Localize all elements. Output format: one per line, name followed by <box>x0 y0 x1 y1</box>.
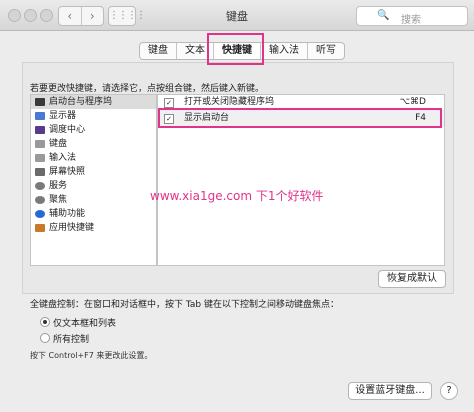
category-app-shortcuts[interactable]: 应用快捷键 <box>31 221 156 235</box>
category-services[interactable]: 服务 <box>31 179 156 193</box>
radio-dot[interactable] <box>40 317 50 327</box>
restore-defaults-button[interactable]: 恢复成默认 <box>378 270 446 288</box>
tab-input-sources[interactable]: 输入法 <box>260 43 307 59</box>
search-icon: 🔍 <box>377 10 390 21</box>
display-icon <box>35 112 45 120</box>
category-input-sources[interactable]: 输入法 <box>31 151 156 165</box>
category-launchpad-dock[interactable]: 启动台与程序坞 <box>31 95 156 109</box>
tab-dictation[interactable]: 听写 <box>307 43 344 59</box>
radio-text-boxes-lists[interactable]: 仅文本框和列表 <box>40 316 116 329</box>
input-source-icon <box>35 154 45 162</box>
category-displays[interactable]: 显示器 <box>31 109 156 123</box>
tab-keyboard[interactable]: 键盘 <box>140 43 176 59</box>
setup-bluetooth-keyboard-button[interactable]: 设置蓝牙键盘... <box>348 382 432 400</box>
accessibility-icon <box>35 210 45 218</box>
shortcut-checkbox[interactable]: ✓ <box>164 98 174 108</box>
search-placeholder: 搜索 <box>401 15 421 26</box>
radio-dot[interactable] <box>40 333 50 343</box>
keyboard-control-title: 全键盘控制：在窗口和对话框中，按下 Tab 键在以下控制之间移动键盘焦点： <box>30 300 339 310</box>
keyboard-control-note: 按下 Control+F7 来更改此设置。 <box>30 351 153 360</box>
category-screenshots[interactable]: 屏幕快照 <box>31 165 156 179</box>
launchpad-icon <box>35 98 45 106</box>
screenshot-icon <box>35 168 45 176</box>
category-mission-control[interactable]: 调度中心 <box>31 123 156 137</box>
search-input[interactable]: 🔍 搜索 <box>356 6 468 26</box>
row-highlight-box <box>158 108 442 128</box>
help-button[interactable]: ? <box>440 382 458 400</box>
radio-all-controls[interactable]: 所有控制 <box>40 332 89 345</box>
category-accessibility[interactable]: 辅助功能 <box>31 207 156 221</box>
app-shortcuts-icon <box>35 224 45 232</box>
title-bar: ‹ › ⋮⋮⋮⋮ 键盘 🔍 搜索 <box>0 0 474 31</box>
category-list[interactable]: 启动台与程序坞 显示器 调度中心 键盘 输入法 屏幕快照 服务 聚焦 辅助功能 … <box>30 94 157 266</box>
services-icon <box>35 182 45 190</box>
mission-control-icon <box>35 126 45 134</box>
keyboard-icon <box>35 140 45 148</box>
tab-highlight-box <box>207 33 264 65</box>
category-keyboard[interactable]: 键盘 <box>31 137 156 151</box>
spotlight-icon <box>35 196 45 204</box>
category-spotlight[interactable]: 聚焦 <box>31 193 156 207</box>
watermark-text: www.xia1ge.com 下1个好软件 <box>150 189 324 203</box>
instruction-text: 若要更改快捷键，请选择它，点按组合键，然后键入新键。 <box>30 84 265 94</box>
